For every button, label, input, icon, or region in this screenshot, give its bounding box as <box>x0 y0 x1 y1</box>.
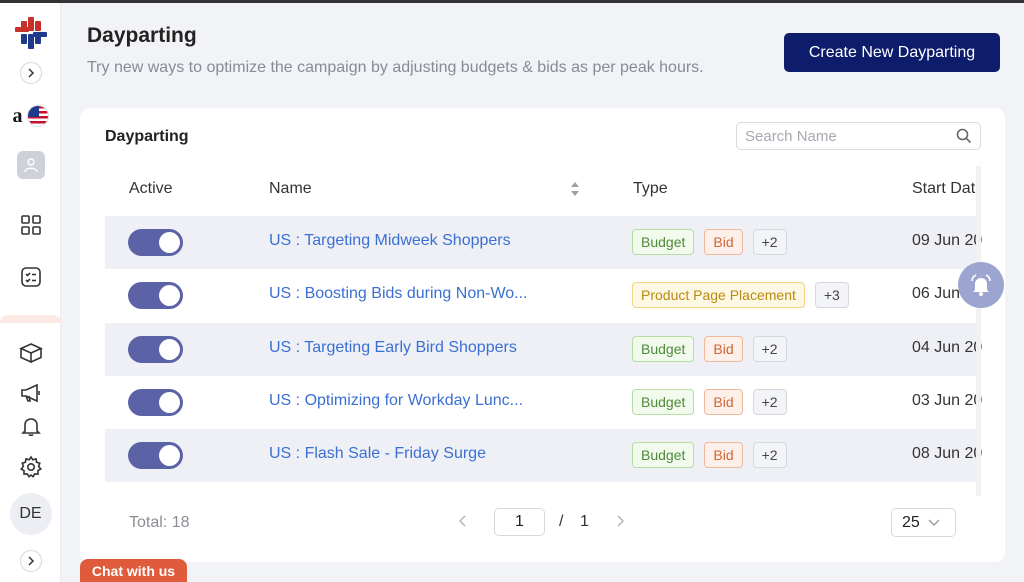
next-page-icon[interactable] <box>615 514 625 530</box>
sidebar-highlight <box>0 315 61 323</box>
user-icon[interactable] <box>16 151 45 179</box>
create-dayparting-button[interactable]: Create New Dayparting <box>784 33 1000 72</box>
type-tag-budget: Budget <box>632 229 695 255</box>
table-row: US : Flash Sale - Friday Surge Budget Bid… <box>105 429 983 482</box>
amazon-icon: a <box>12 105 23 127</box>
us-flag-icon <box>26 105 49 127</box>
page-size-value: 25 <box>902 513 920 531</box>
type-tag-bid: Bid <box>704 442 743 468</box>
type-tag-more[interactable]: +2 <box>752 336 787 362</box>
page-separator: / <box>559 513 564 530</box>
sidebar: a DE <box>0 3 61 582</box>
type-tags: Budget Bid +2 <box>632 442 787 468</box>
dayparting-name-link[interactable]: US : Optimizing for Workday Lunc... <box>269 392 523 410</box>
active-toggle[interactable] <box>128 336 183 363</box>
gear-icon[interactable] <box>0 452 61 482</box>
type-tags: Budget Bid +2 <box>632 389 787 415</box>
search-box[interactable] <box>736 122 981 150</box>
page-subtitle: Try new ways to optimize the campaign by… <box>87 59 704 76</box>
page-size-select[interactable]: 25 <box>891 508 956 537</box>
prev-page-icon[interactable] <box>458 514 468 530</box>
column-active: Active <box>129 180 173 197</box>
toggle-knob <box>159 285 180 306</box>
type-tag-placement: Product Page Placement <box>632 282 805 308</box>
active-toggle[interactable] <box>128 282 183 309</box>
type-tags: Product Page Placement +3 <box>632 282 849 308</box>
page-number-input[interactable] <box>494 508 545 536</box>
page-title: Dayparting <box>87 24 197 47</box>
dayparting-card: Dayparting Active Name Type Start Dat US… <box>80 108 1005 562</box>
type-tags: Budget Bid +2 <box>632 229 787 255</box>
dashboard-icon[interactable] <box>0 210 61 240</box>
user-initials-avatar[interactable]: DE <box>9 493 52 535</box>
dayparting-name-link[interactable]: US : Flash Sale - Friday Surge <box>269 445 486 463</box>
table-header: Active Name Type Start Dat <box>105 166 981 210</box>
active-toggle[interactable] <box>128 442 183 469</box>
megaphone-icon[interactable] <box>0 378 61 408</box>
type-tag-more[interactable]: +2 <box>752 442 787 468</box>
bell-icon[interactable] <box>0 411 61 441</box>
box-icon[interactable] <box>0 338 61 368</box>
chevron-down-icon <box>928 519 940 526</box>
dayparting-name-link[interactable]: US : Targeting Early Bird Shoppers <box>269 339 517 357</box>
table-row: US : Targeting Early Bird Shoppers Budge… <box>105 323 983 376</box>
type-tag-budget: Budget <box>632 389 695 415</box>
table-row: US : Boosting Bids during Non-Wo... Prod… <box>105 269 982 322</box>
toggle-knob <box>159 339 180 360</box>
table-row: US : Targeting Midweek Shoppers Budget Bi… <box>105 216 983 269</box>
card-title: Dayparting <box>105 128 189 145</box>
type-tags: Budget Bid +2 <box>632 336 787 362</box>
active-toggle[interactable] <box>128 229 183 256</box>
expand-icon[interactable] <box>19 62 42 84</box>
top-border <box>0 0 1024 3</box>
search-input[interactable] <box>745 127 956 145</box>
type-tag-bid: Bid <box>704 229 743 255</box>
chat-with-us-button[interactable]: Chat with us <box>80 559 187 582</box>
column-start-date: Start Dat <box>912 180 976 197</box>
marketplace-selector[interactable]: a <box>0 103 61 129</box>
column-type: Type <box>633 180 668 197</box>
logo-icon[interactable] <box>0 13 61 53</box>
type-tag-budget: Budget <box>632 336 695 362</box>
type-tag-bid: Bid <box>704 336 743 362</box>
search-icon[interactable] <box>956 128 972 144</box>
dayparting-name-link[interactable]: US : Boosting Bids during Non-Wo... <box>269 285 528 303</box>
expand-icon[interactable] <box>19 550 42 572</box>
checklist-icon[interactable] <box>0 262 61 292</box>
type-tag-bid: Bid <box>704 389 743 415</box>
table-row: US : Optimizing for Workday Lunc... Budg… <box>105 376 983 429</box>
type-tag-more[interactable]: +2 <box>752 229 787 255</box>
start-date: 09 Jun 20 <box>912 232 983 249</box>
toggle-knob <box>159 392 180 413</box>
toggle-knob <box>159 445 180 466</box>
notification-bell-icon[interactable] <box>958 262 1004 308</box>
toggle-knob <box>159 232 180 253</box>
total-count: Total: 18 <box>129 514 190 531</box>
sort-icon[interactable] <box>569 180 581 203</box>
start-date: 03 Jun 20 <box>912 392 983 409</box>
type-tag-more[interactable]: +2 <box>752 389 787 415</box>
start-date: 08 Jun 20 <box>912 445 983 462</box>
active-toggle[interactable] <box>128 389 183 416</box>
type-tag-budget: Budget <box>632 442 695 468</box>
column-name[interactable]: Name <box>269 180 312 198</box>
scrollbar[interactable] <box>976 166 981 496</box>
start-date: 04 Jun 20 <box>912 339 983 356</box>
type-tag-more[interactable]: +3 <box>814 282 849 308</box>
total-pages: 1 <box>580 513 589 530</box>
dayparting-name-link[interactable]: US : Targeting Midweek Shoppers <box>269 232 511 250</box>
